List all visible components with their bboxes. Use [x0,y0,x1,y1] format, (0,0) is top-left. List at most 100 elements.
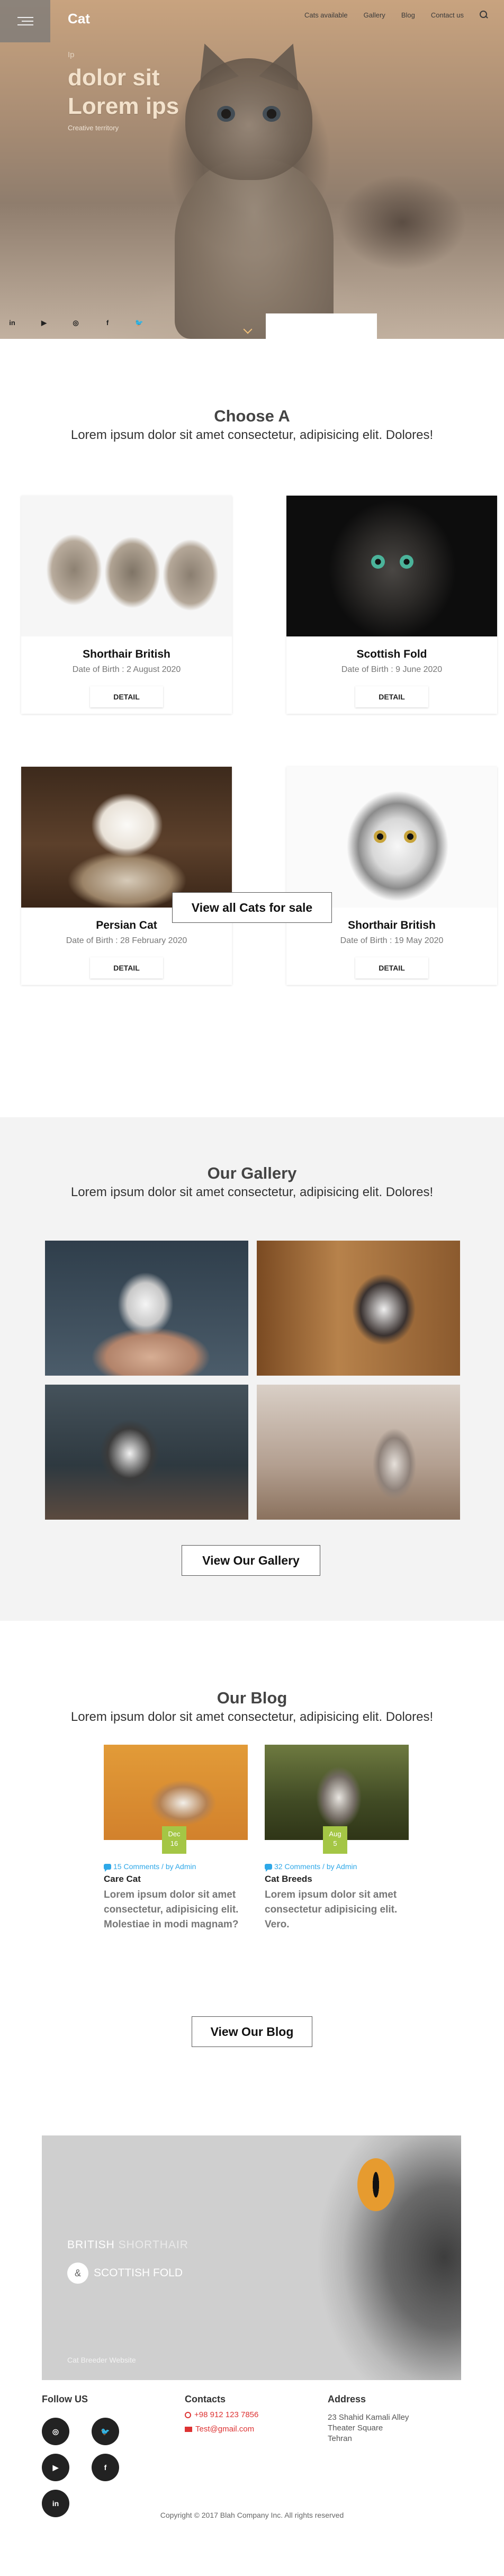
footer-address-title: Address [328,2394,366,2404]
banner-word-shorthair: SHORTHAIR [114,2239,188,2251]
footer-email[interactable]: Test@gmail.com [185,2425,258,2434]
youtube-icon[interactable]: ▶ [39,319,49,327]
twitter-icon[interactable]: 🐦 [92,2418,119,2445]
blog-post-meta-text: 32 Comments / by Admin [274,1862,357,1871]
view-blog-button[interactable]: View Our Blog [192,2016,312,2047]
blog-post: Dec 16 15 Comments / by Admin Care Cat L… [104,1745,248,1932]
nav-blog[interactable]: Blog [401,11,415,19]
twitter-icon[interactable]: 🐦 [134,319,144,327]
nav-gallery[interactable]: Gallery [364,11,385,19]
gallery-section-header: Our Gallery Lorem ipsum dolor sit amet c… [0,1164,504,1200]
blog-post-image[interactable]: Dec 16 [104,1745,248,1854]
footer-follow-column: Follow US ◎ 🐦 ▶ f in [42,2394,164,2517]
gallery-subtitle: Lorem ipsum dolor sit amet consectetur, … [70,1185,434,1199]
blog-post-meta[interactable]: 15 Comments / by Admin [104,1862,248,1872]
date-badge-day: 16 [170,1839,178,1847]
view-all-cats-button[interactable]: View all Cats for sale [172,892,332,923]
blog-post-excerpt: Lorem ipsum dolor sit amet consectetur a… [265,1889,398,1930]
mail-icon [185,2426,192,2432]
hero-section: Cat Cats available Gallery Blog Contact … [0,0,504,339]
footer-contacts-column: Contacts +98 912 123 7856 Test@gmail.com [185,2394,258,2434]
hero-kitten-image [175,159,334,339]
cat-card-image [21,767,232,908]
facebook-icon[interactable]: f [103,319,112,327]
footer-address: 23 Shahid Kamali Alley Theater Square Te… [328,2412,409,2444]
hero-social-links: in ▶ ◎ f 🐦 [7,319,144,327]
ampersand-badge: & [67,2263,88,2284]
hamburger-icon [17,14,33,28]
cats-section-subtitle: Lorem ipsum dolor sit amet consectetur, … [70,428,434,442]
gallery-image[interactable] [45,1241,248,1376]
cats-section-title: Choose A [214,407,290,425]
brand-logo[interactable]: Cat [68,11,90,27]
blog-post-title[interactable]: Cat Breeds [265,1874,409,1884]
gallery-image[interactable] [257,1385,460,1520]
blog-section: Our Blog Lorem ipsum dolor sit amet cons… [0,1621,504,2135]
cat-card-name: Scottish Fold [356,648,427,660]
footer: Follow US ◎ 🐦 ▶ f in Contacts +98 912 12… [0,2380,504,2539]
breeds-banner: BRITISH SHORTHAIR & SCOTTISH FOLD Cat Br… [42,2135,461,2380]
date-badge: Dec 16 [162,1826,186,1854]
footer-social-links: ◎ 🐦 ▶ f in [42,2418,164,2517]
cats-section-header: Choose A Lorem ipsum dolor sit amet cons… [0,407,504,443]
hero-title-line1: dolor sit [68,65,160,91]
gallery-image[interactable] [257,1241,460,1376]
gallery-image[interactable] [45,1385,248,1520]
detail-button[interactable]: DETAIL [90,957,163,979]
youtube-icon[interactable]: ▶ [42,2454,69,2481]
instagram-icon[interactable]: ◎ [42,2418,69,2445]
blog-post-meta-text: 15 Comments / by Admin [113,1862,196,1871]
cat-card: Shorthair British Date of Birth : 2 Augu… [21,496,232,714]
cat-card: Persian Cat Date of Birth : 28 February … [21,767,232,985]
view-gallery-button[interactable]: View Our Gallery [182,1545,320,1576]
search-icon[interactable] [480,11,488,19]
banner-caption: Cat Breeder Website [67,2356,136,2364]
hero-kicker: Ip [68,50,75,59]
cat-card: Scottish Fold Date of Birth : 9 June 202… [286,496,497,714]
cat-card-image [21,496,232,636]
banner-line-scottish-fold: & SCOTTISH FOLD [67,2263,183,2284]
cats-section: Choose A Lorem ipsum dolor sit amet cons… [0,339,504,1117]
date-badge-month: Aug [329,1830,341,1838]
hero-overlay-box [266,313,377,339]
blog-post-image[interactable]: Aug 5 [265,1745,409,1854]
hero-subtitle: Creative territory [68,124,119,132]
blog-title: Our Blog [217,1689,287,1707]
banner-word-british: BRITISH [67,2239,115,2251]
blog-post-meta[interactable]: 32 Comments / by Admin [265,1862,409,1872]
facebook-icon[interactable]: f [92,2454,119,2481]
detail-button[interactable]: DETAIL [355,957,428,979]
cat-card-dob: Date of Birth : 9 June 2020 [341,665,443,674]
phone-icon [185,2411,191,2418]
footer-phone[interactable]: +98 912 123 7856 [185,2410,258,2419]
banner-word-scottish: SCOTTISH [94,2267,150,2279]
footer-phone-text: +98 912 123 7856 [194,2410,259,2419]
nav-contact-us[interactable]: Contact us [431,11,464,19]
blog-section-header: Our Blog Lorem ipsum dolor sit amet cons… [0,1689,504,1725]
blog-post-title[interactable]: Care Cat [104,1874,248,1884]
detail-button[interactable]: DETAIL [90,686,163,707]
cat-card-dob: Date of Birth : 28 February 2020 [66,936,187,945]
copyright-text: Copyright © 2017 Blah Company Inc. All r… [160,2511,344,2519]
banner-cat-eye [357,2158,394,2211]
cat-card-name: Shorthair British [83,648,170,660]
menu-toggle-button[interactable] [0,0,50,42]
nav-cats-available[interactable]: Cats available [304,11,348,19]
detail-button[interactable]: DETAIL [355,686,428,707]
banner-line-british-shorthair: BRITISH SHORTHAIR [67,2239,188,2251]
footer-follow-title: Follow US [42,2394,88,2404]
comment-icon [104,1863,111,1872]
footer-email-text: Test@gmail.com [195,2425,255,2434]
blog-post: Aug 5 32 Comments / by Admin Cat Breeds … [265,1745,409,1932]
address-line: 23 Shahid Kamali Alley [328,2413,409,2422]
cat-card: Shorthair British Date of Birth : 19 May… [286,767,497,985]
gallery-section: Our Gallery Lorem ipsum dolor sit amet c… [0,1117,504,1621]
top-navigation: Cats available Gallery Blog Contact us [304,11,488,19]
date-badge: Aug 5 [323,1826,347,1854]
hero-text-block: Ip dolor sit Lorem ips Creative territor… [68,50,179,132]
footer-contacts-title: Contacts [185,2394,226,2404]
banner-word-fold: FOLD [150,2267,183,2279]
linkedin-icon[interactable]: in [7,319,17,327]
cat-card-image [286,767,497,908]
instagram-icon[interactable]: ◎ [71,319,80,327]
